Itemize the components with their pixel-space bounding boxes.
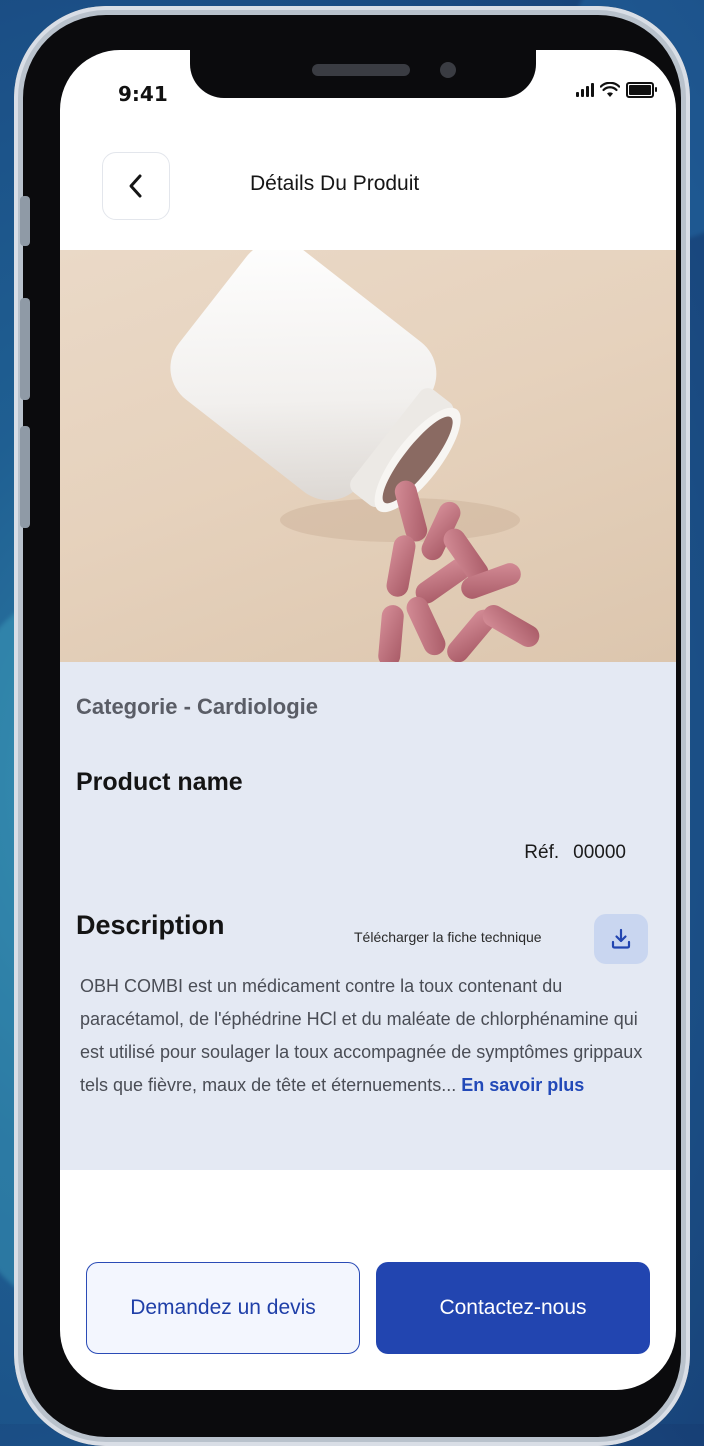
status-icons [576, 80, 657, 100]
download-icon [611, 928, 631, 949]
back-button[interactable] [102, 152, 170, 220]
product-details: Categorie - Cardiologie Product name Réf… [60, 662, 676, 970]
notch [190, 50, 536, 98]
top-bar: Détails Du Produit [60, 138, 676, 248]
product-reference: Réf. 00000 [524, 842, 626, 864]
read-more-link[interactable]: En savoir plus [461, 1075, 584, 1095]
volume-down-button [20, 426, 30, 528]
wifi-icon [600, 82, 620, 97]
download-label[interactable]: Télécharger la fiche technique [354, 929, 542, 945]
front-camera [440, 62, 456, 78]
request-quote-button[interactable]: Demandez un devis [86, 1262, 360, 1354]
description-title: Description [76, 910, 225, 940]
battery-icon [626, 82, 657, 98]
back-chevron-icon [129, 174, 142, 198]
speaker [312, 64, 410, 76]
description-text: OBH COMBI est un médicament contre la to… [80, 970, 660, 1102]
product-category: Categorie - Cardiologie [76, 694, 319, 719]
signal-icon [576, 83, 594, 97]
status-time: 9:41 [118, 82, 168, 106]
product-image [60, 250, 676, 662]
product-name: Product name [76, 768, 243, 796]
silent-switch [20, 196, 30, 246]
contact-us-button[interactable]: Contactez-nous [376, 1262, 650, 1354]
reference-value: 00000 [573, 842, 626, 863]
volume-up-button [20, 298, 30, 400]
app-screen: 9:41 Détails Du Produit Categorie - Card… [60, 50, 676, 1390]
reference-label: Réf. [524, 842, 560, 863]
pill-bottle-illustration [170, 250, 540, 662]
page-title: Détails Du Produit [250, 172, 420, 195]
phone-frame: 9:41 Détails Du Produit Categorie - Card… [14, 6, 690, 1446]
download-button[interactable] [594, 914, 648, 964]
